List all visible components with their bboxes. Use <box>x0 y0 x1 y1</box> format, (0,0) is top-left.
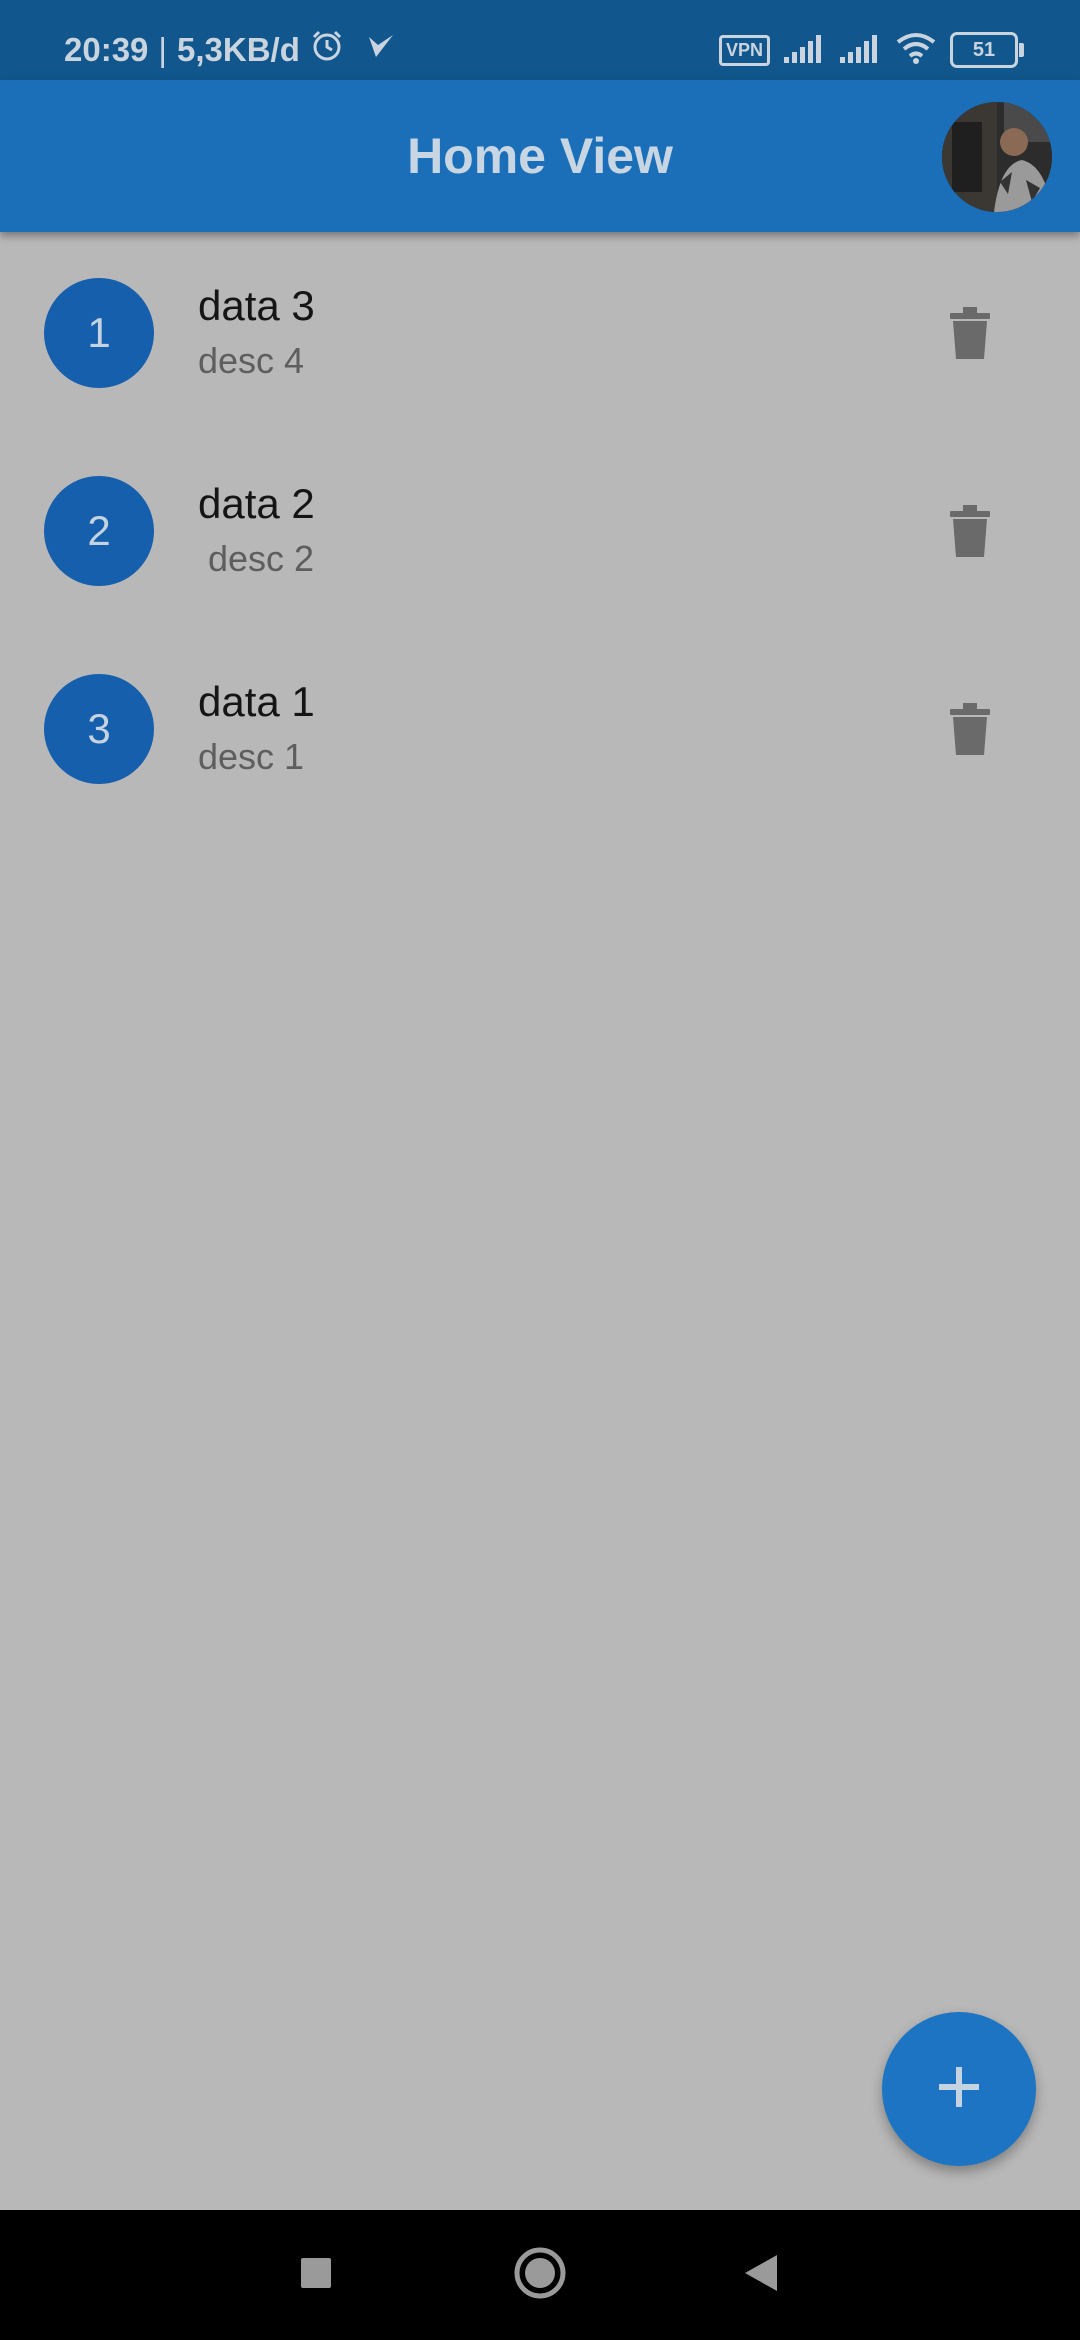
navigation-bar <box>0 2210 1080 2340</box>
item-title: data 1 <box>198 678 315 725</box>
vpn-badge: VPN <box>718 34 770 66</box>
back-triangle-icon <box>741 2253 779 2298</box>
item-number-badge: 2 <box>44 476 154 586</box>
battery-icon: 51 <box>950 32 1024 68</box>
signal-icon <box>784 33 826 68</box>
status-bar: 20:39 | 5,3KB/d VPN 51 <box>0 0 1080 80</box>
item-list: 1 data 3 desc 4 2 data 2 desc 2 3 data 1… <box>0 232 1080 826</box>
battery-level: 51 <box>972 38 996 61</box>
delete-icon[interactable] <box>940 694 1000 764</box>
list-item[interactable]: 3 data 1 desc 1 <box>0 628 1080 826</box>
list-item[interactable]: 1 data 3 desc 4 <box>0 232 1080 430</box>
delete-icon[interactable] <box>940 496 1000 566</box>
app-bar: Home View <box>0 80 1080 232</box>
status-time: 20:39 <box>64 31 149 68</box>
recents-button[interactable] <box>256 2210 376 2340</box>
wifi-icon <box>896 32 936 69</box>
home-circle-icon <box>513 2246 567 2305</box>
item-description: desc 4 <box>198 340 305 381</box>
profile-avatar[interactable] <box>942 102 1052 212</box>
alarm-icon <box>310 29 344 71</box>
add-item-button[interactable] <box>882 2012 1036 2166</box>
item-title: data 3 <box>198 282 315 329</box>
list-item[interactable]: 2 data 2 desc 2 <box>0 430 1080 628</box>
item-number-badge: 1 <box>44 278 154 388</box>
page-title: Home View <box>407 128 673 184</box>
status-separator: | <box>158 31 167 68</box>
status-net-speed: 5,3KB/d <box>176 31 300 68</box>
plus-icon <box>937 2065 981 2114</box>
item-description: desc 1 <box>198 736 305 777</box>
signal-icon <box>840 33 882 68</box>
recents-square-icon <box>299 2256 333 2295</box>
back-button[interactable] <box>700 2210 820 2340</box>
delete-icon[interactable] <box>940 298 1000 368</box>
home-button[interactable] <box>480 2210 600 2340</box>
item-number-badge: 3 <box>44 674 154 784</box>
item-description: desc 2 <box>198 538 315 579</box>
check-icon <box>366 31 396 69</box>
item-title: data 2 <box>198 480 315 527</box>
